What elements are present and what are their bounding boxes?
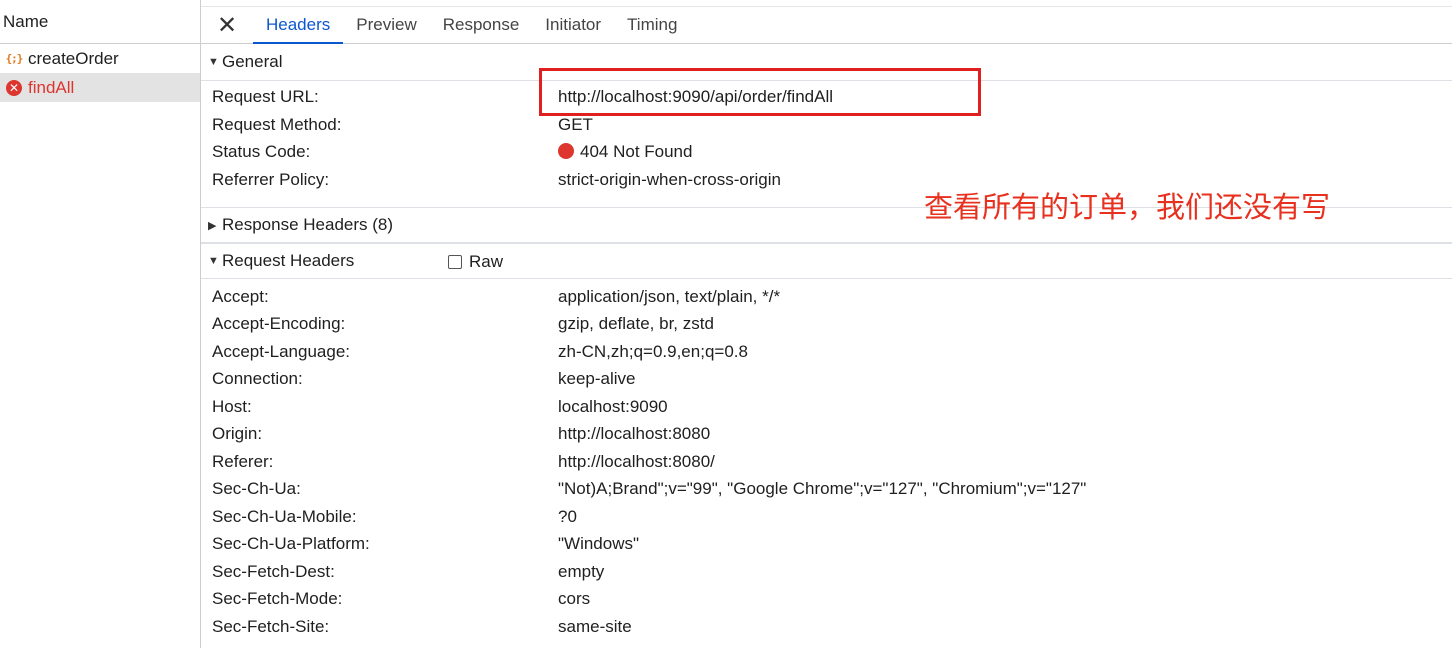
header-key: Sec-Ch-Ua-Mobile: [212,507,357,526]
status-text: 404 Not Found [580,142,693,161]
request-header-row: Sec-Fetch-Mode: cors [201,585,1452,613]
request-item-label: findAll [28,77,75,97]
raw-label: Raw [469,252,504,271]
header-value: keep-alive [558,369,636,388]
header-key: Referer: [212,452,274,471]
header-key: Sec-Ch-Ua-Platform: [212,534,370,553]
request-header-row: Host: localhost:9090 [201,393,1452,421]
request-header-row: Accept-Encoding: gzip, deflate, br, zstd [201,310,1452,338]
request-item-label: createOrder [28,48,119,68]
request-header-row: Accept-Language: zh-CN,zh;q=0.9,en;q=0.8 [201,338,1452,366]
header-value: empty [558,562,605,581]
header-value: "Not)A;Brand";v="99", "Google Chrome";v=… [558,479,1087,498]
header-key: Sec-Fetch-Mode: [212,589,343,608]
request-header-row: Sec-Ch-Ua: "Not)A;Brand";v="99", "Google… [201,475,1452,503]
header-key: Origin: [212,424,263,443]
header-key: Status Code: [212,142,311,161]
request-header-row: Referer: http://localhost:8080/ [201,448,1452,476]
header-key: Request Method: [212,115,342,134]
tab-response[interactable]: Response [430,7,533,43]
section-title: Request Headers [222,251,355,270]
status-value: 404 Not Found [558,138,692,166]
header-key: Request URL: [212,87,319,106]
header-key: Host: [212,397,252,416]
header-value: gzip, deflate, br, zstd [558,314,714,333]
header-key: Accept: [212,287,269,306]
collapsed-triangle-icon: ▶ [208,219,217,232]
header-key: Sec-Fetch-Site: [212,617,330,636]
detail-tab-bar: ✕ Headers Preview Response Initiator Tim… [201,6,1452,44]
request-header-row: Accept: application/json, text/plain, */… [201,283,1452,311]
request-header-row: Sec-Ch-Ua-Platform: "Windows" [201,530,1452,558]
status-error-dot-icon [558,143,574,159]
header-value: strict-origin-when-cross-origin [558,170,781,189]
header-value: cors [558,589,591,608]
request-list-panel: Name {;} createOrder ✕ findAll [0,0,201,648]
section-title: General [222,52,283,71]
request-header-row: Origin: http://localhost:8080 [201,420,1452,448]
annotation-highlight-box [539,68,981,116]
header-key: Sec-Ch-Ua: [212,479,301,498]
expanded-triangle-icon: ▼ [208,56,219,68]
request-header-row: Sec-Fetch-Site: same-site [201,613,1452,641]
header-key: Sec-Fetch-Dest: [212,562,335,581]
request-header-row: Connection: keep-alive [201,365,1452,393]
raw-toggle[interactable]: Raw [448,252,503,272]
tab-timing[interactable]: Timing [614,7,690,43]
error-icon: ✕ [4,79,24,97]
request-item-findall[interactable]: ✕ findAll [0,73,200,102]
section-title: Response Headers (8) [222,215,394,234]
tab-headers[interactable]: Headers [253,7,344,44]
close-icon[interactable]: ✕ [201,7,253,43]
request-header-row: Sec-Ch-Ua-Mobile: ?0 [201,503,1452,531]
request-headers-section-header[interactable]: ▼ Request Headers Raw [201,243,1452,279]
request-item-createorder[interactable]: {;} createOrder [0,44,200,73]
header-value: same-site [558,617,632,636]
header-value: localhost:9090 [558,397,668,416]
general-row-status-code: Status Code: 404 Not Found [201,138,1452,166]
annotation-text: 查看所有的订单，我们还没有写 [924,190,1331,224]
header-value: zh-CN,zh;q=0.9,en;q=0.8 [558,342,748,361]
raw-checkbox[interactable] [448,255,462,269]
name-column-header[interactable]: Name [0,0,200,44]
header-value: ?0 [558,507,577,526]
header-key: Referrer Policy: [212,170,330,189]
fetch-icon: {;} [5,52,24,65]
header-key: Accept-Encoding: [212,314,346,333]
header-key: Accept-Language: [212,342,350,361]
header-value: http://localhost:8080/ [558,452,715,471]
expanded-triangle-icon: ▼ [208,255,219,267]
header-value: application/json, text/plain, */* [558,287,781,306]
tab-initiator[interactable]: Initiator [532,7,614,43]
header-value: http://localhost:8080 [558,424,711,443]
header-key: Connection: [212,369,303,388]
tab-preview[interactable]: Preview [343,7,429,43]
request-header-row: Sec-Fetch-Dest: empty [201,558,1452,586]
header-value: "Windows" [558,534,640,553]
